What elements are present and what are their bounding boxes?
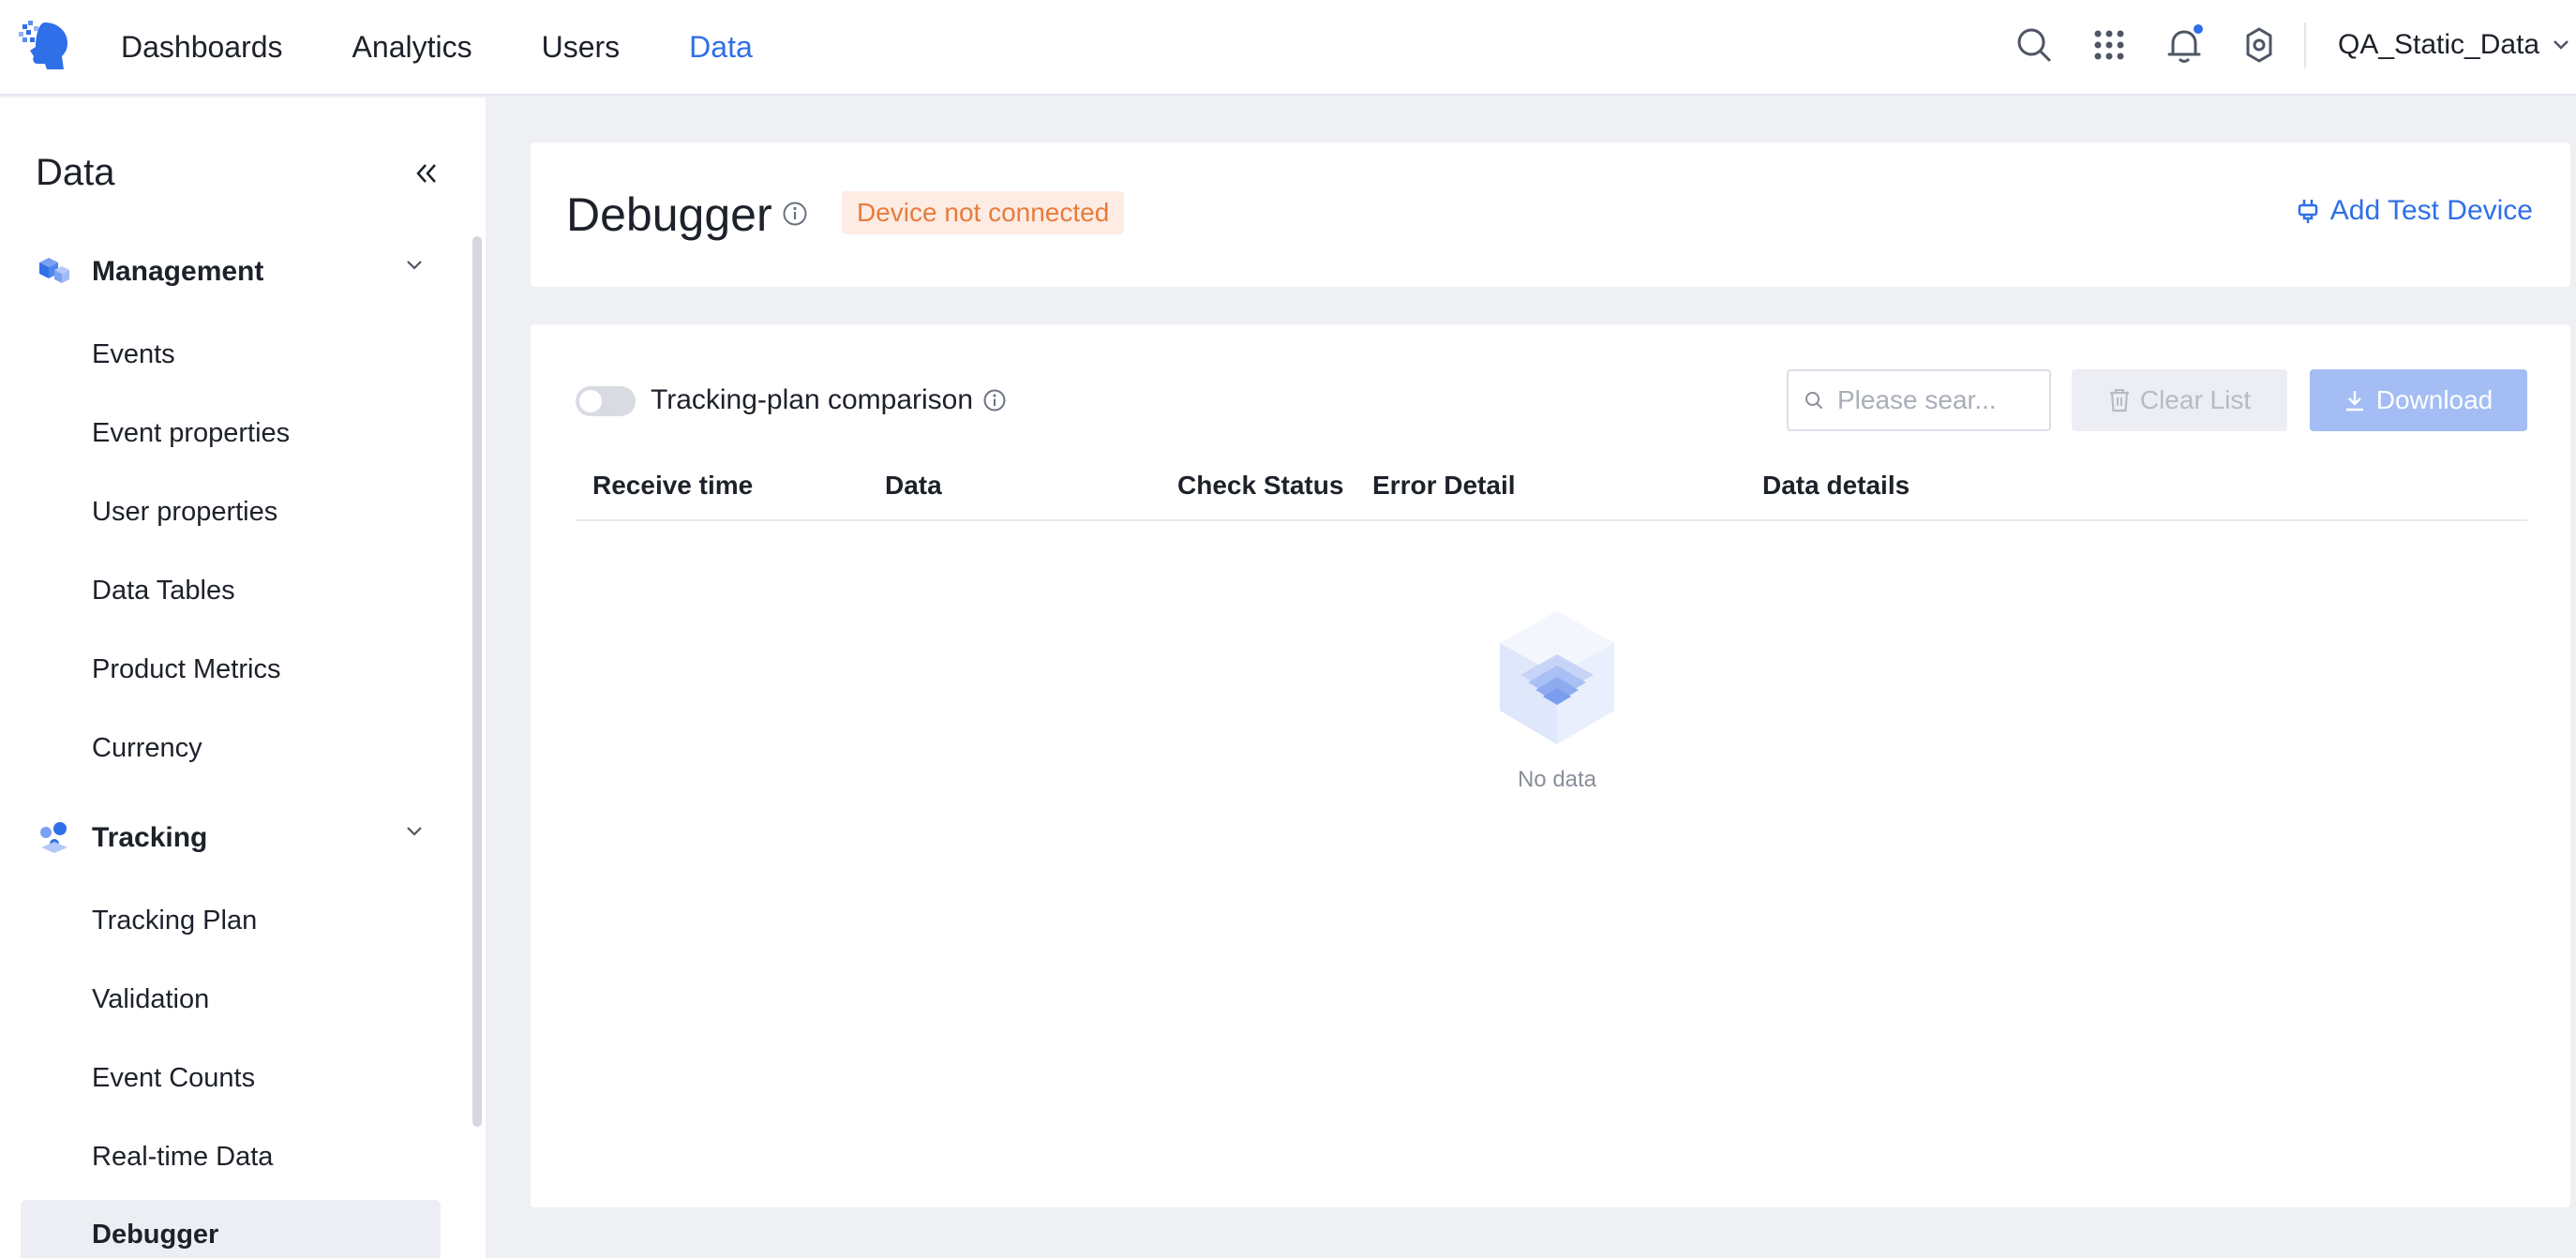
- add-test-device-button[interactable]: Add Test Device: [2297, 195, 2533, 227]
- chevron-down-icon: [407, 261, 422, 270]
- clear-list-label: Clear List: [2139, 385, 2252, 414]
- download-button[interactable]: Download: [2310, 369, 2527, 431]
- sidebar-scrollbar[interactable]: [472, 236, 482, 1127]
- chevron-down-icon: [2554, 40, 2569, 50]
- sidebar-item-debugger[interactable]: Debugger: [21, 1200, 441, 1258]
- nav-users[interactable]: Users: [542, 30, 621, 65]
- column-check-status[interactable]: Check Status: [1177, 471, 1343, 501]
- status-badge: Device not connected: [842, 191, 1125, 234]
- clear-list-button[interactable]: Clear List: [2072, 369, 2287, 431]
- download-label: Download: [2375, 385, 2494, 414]
- sidebar-item-user-properties[interactable]: User properties: [21, 482, 441, 542]
- trash-icon: [2109, 389, 2129, 412]
- logo-icon[interactable]: [17, 17, 73, 73]
- sidebar-item-event-counts[interactable]: Event Counts: [21, 1048, 441, 1108]
- sidebar-item-data-tables[interactable]: Data Tables: [21, 561, 441, 621]
- sidebar-item-events[interactable]: Events: [21, 324, 441, 384]
- sidebar: Data Management Events Event properties …: [0, 97, 486, 1258]
- group-tracking[interactable]: Tracking: [36, 812, 429, 864]
- group-tracking-label: Tracking: [92, 822, 208, 853]
- search-field[interactable]: [1787, 369, 2051, 431]
- info-icon[interactable]: [782, 201, 808, 227]
- empty-state: No data: [1487, 607, 1627, 793]
- debugger-header-card: Debugger Device not connected Add Test D…: [531, 142, 2570, 287]
- sidebar-item-event-properties[interactable]: Event properties: [21, 403, 441, 463]
- sidebar-item-product-metrics[interactable]: Product Metrics: [21, 639, 441, 699]
- nav-data[interactable]: Data: [689, 30, 753, 65]
- empty-state-text: No data: [1517, 767, 1597, 792]
- sidebar-item-real-time-data[interactable]: Real-time Data: [21, 1127, 441, 1187]
- chevron-down-icon: [407, 827, 422, 836]
- group-management-label: Management: [92, 256, 264, 287]
- page-title: Debugger: [566, 188, 772, 241]
- tracking-plan-comparison-toggle[interactable]: [576, 386, 636, 416]
- search-icon: [1805, 392, 1822, 409]
- gear-icon[interactable]: [2239, 24, 2280, 66]
- group-management[interactable]: Management: [36, 246, 429, 298]
- top-divider: [2304, 22, 2306, 67]
- sidebar-title: Data: [36, 152, 115, 193]
- nav-analytics[interactable]: Analytics: [352, 30, 472, 65]
- toggle-label: Tracking-plan comparison: [651, 384, 974, 415]
- nav-dashboards[interactable]: Dashboards: [121, 30, 283, 65]
- collapse-sidebar-icon[interactable]: [412, 159, 441, 187]
- table-header: Receive time Data Check Status Error Det…: [576, 446, 2527, 521]
- user-name: QA_Static_Data: [2338, 29, 2540, 60]
- column-data-details[interactable]: Data details: [1762, 471, 1910, 501]
- bell-icon[interactable]: [2164, 24, 2205, 66]
- download-icon: [2345, 391, 2363, 412]
- column-receive-time[interactable]: Receive time: [592, 471, 753, 501]
- add-test-device-label: Add Test Device: [2329, 195, 2533, 226]
- notification-dot: [2194, 24, 2203, 34]
- plug-icon: [2298, 200, 2318, 223]
- column-error-detail[interactable]: Error Detail: [1372, 471, 1516, 501]
- top-bar: Dashboards Analytics Users Data QA_Stati…: [0, 0, 2576, 96]
- info-icon[interactable]: [982, 388, 1007, 412]
- sidebar-item-tracking-plan[interactable]: Tracking Plan: [21, 891, 441, 951]
- sidebar-item-currency[interactable]: Currency: [21, 718, 441, 778]
- search-input[interactable]: [1837, 385, 2044, 415]
- tracking-icon: [40, 822, 67, 853]
- column-data[interactable]: Data: [885, 471, 942, 501]
- user-menu[interactable]: QA_Static_Data: [2338, 0, 2569, 90]
- sidebar-item-validation[interactable]: Validation: [21, 969, 441, 1029]
- apps-grid-icon[interactable]: [2089, 24, 2130, 66]
- cube-icon: [39, 258, 69, 283]
- empty-box-icon: [1500, 611, 1614, 744]
- debugger-list-card: Tracking-plan comparison Clear List Down…: [531, 324, 2570, 1207]
- search-icon[interactable]: [2014, 24, 2055, 66]
- main-nav: Dashboards Analytics Users Data: [121, 0, 822, 94]
